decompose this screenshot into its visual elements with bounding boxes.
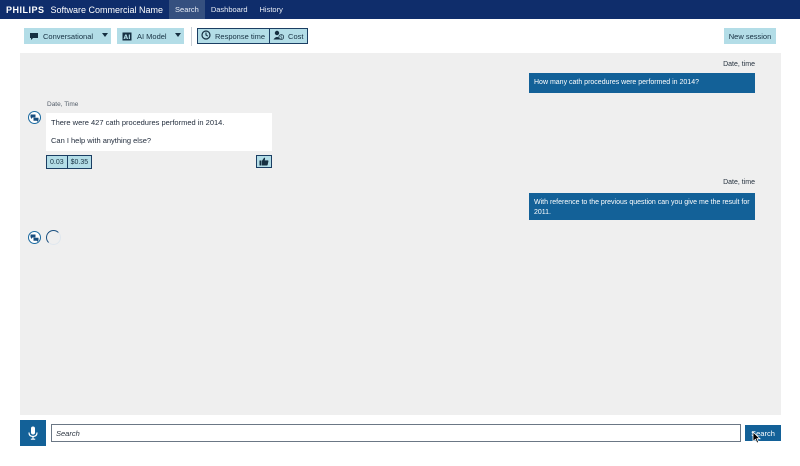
assistant-avatar xyxy=(28,111,41,124)
message-timestamp: Date, time xyxy=(723,61,755,68)
assistant-avatar xyxy=(28,231,41,244)
assistant-message-line: Can I help with anything else? xyxy=(51,136,152,145)
message-timestamp: Date, Time xyxy=(47,101,79,108)
svg-text:$: $ xyxy=(280,35,283,40)
thumbs-up-icon xyxy=(259,157,269,166)
chat-area[interactable]: Date, time How many cath procedures were… xyxy=(20,53,781,415)
user-message: How many cath procedures were performed … xyxy=(529,73,755,93)
loading-spinner xyxy=(46,230,61,245)
svg-text:AI: AI xyxy=(124,34,131,41)
response-metrics: 0.03 $0.35 xyxy=(46,155,93,169)
chevron-down-icon xyxy=(102,33,108,37)
ai-model-dropdown[interactable]: AI AI Model xyxy=(117,28,184,44)
message-timestamp: Date, time xyxy=(723,179,755,186)
response-time-value: 0.03 xyxy=(47,156,67,168)
toolbar-divider xyxy=(191,27,192,46)
user-message-text: How many cath procedures were performed … xyxy=(534,79,699,86)
top-nav-bar: PHILIPS Software Commercial Name Search … xyxy=(0,0,800,19)
cost-value: $0.35 xyxy=(66,156,92,168)
search-input[interactable] xyxy=(51,424,741,442)
user-message: With reference to the previous question … xyxy=(529,193,755,220)
chat-bubbles-icon xyxy=(30,114,39,122)
user-message-text: With reference to the previous question … xyxy=(534,199,750,216)
search-button[interactable]: Search xyxy=(745,425,781,441)
tab-dashboard[interactable]: Dashboard xyxy=(205,0,254,19)
toolbar: Conversational AI AI Model Response time… xyxy=(0,19,800,53)
assistant-message-line: There were 427 cath procedures performed… xyxy=(51,118,225,127)
ai-model-dropdown-label: AI Model xyxy=(137,31,167,41)
chat-bubbles-icon xyxy=(30,234,39,242)
chat-bubble-icon xyxy=(29,32,39,41)
user-dollar-icon: $ xyxy=(273,30,285,42)
chevron-down-icon xyxy=(175,33,181,37)
microphone-button[interactable] xyxy=(20,420,46,446)
thumbs-up-button[interactable] xyxy=(256,155,272,168)
tab-history[interactable]: History xyxy=(254,0,289,19)
brand-logo: PHILIPS xyxy=(6,4,45,15)
cost-toggle[interactable]: $ Cost xyxy=(269,29,308,43)
clock-icon xyxy=(201,30,211,42)
new-session-button[interactable]: New session xyxy=(724,28,776,44)
mode-dropdown-label: Conversational xyxy=(43,31,94,41)
metrics-toggle-group: Response time $ Cost xyxy=(197,28,309,44)
mode-dropdown[interactable]: Conversational xyxy=(24,28,111,44)
product-name: Software Commercial Name xyxy=(50,4,164,15)
ai-chip-icon: AI xyxy=(122,32,132,41)
tab-search[interactable]: Search xyxy=(169,0,205,19)
cost-label: Cost xyxy=(288,31,304,41)
microphone-icon xyxy=(28,426,38,440)
mouse-pointer-icon xyxy=(752,431,761,444)
response-time-toggle[interactable]: Response time xyxy=(198,29,270,43)
response-time-label: Response time xyxy=(215,31,266,41)
assistant-message: There were 427 cath procedures performed… xyxy=(46,113,272,151)
